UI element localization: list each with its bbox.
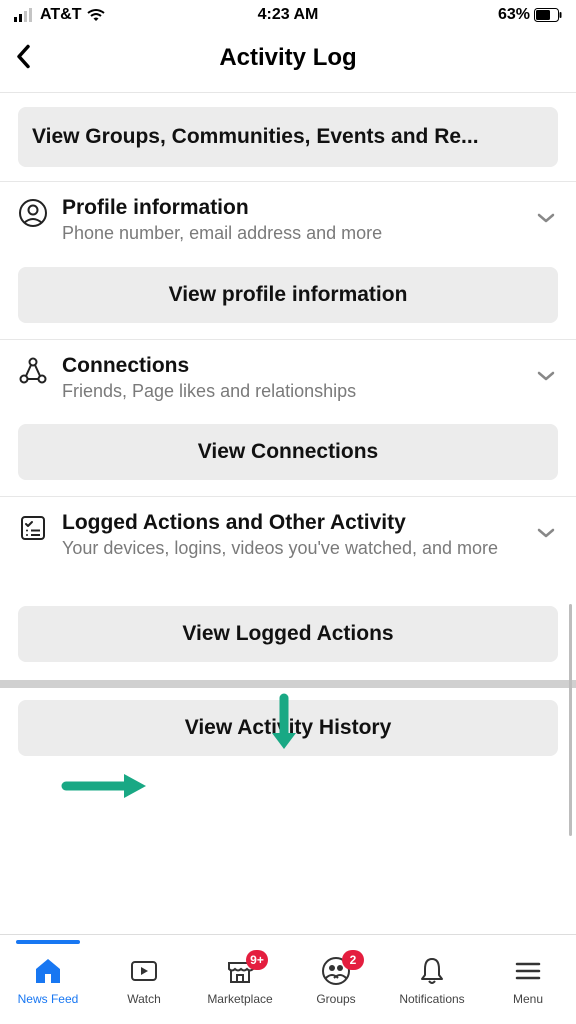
tab-bar: News Feed Watch Marketplace 9+: [0, 934, 576, 1024]
connections-sub: Friends, Page likes and relationships: [62, 380, 522, 403]
tab-label: Menu: [513, 992, 543, 1006]
tab-label: Groups: [316, 992, 355, 1006]
watch-icon: [128, 955, 160, 987]
chevron-down-icon: [536, 527, 556, 539]
logged-actions-sub: Your devices, logins, videos you've watc…: [62, 537, 522, 560]
battery-percent: 63%: [498, 6, 530, 24]
connections-row[interactable]: Connections Friends, Page likes and rela…: [0, 339, 576, 419]
carrier-label: AT&T: [40, 6, 81, 24]
connections-title: Connections: [62, 354, 522, 378]
tab-news-feed[interactable]: News Feed: [0, 954, 96, 1006]
profile-info-title: Profile information: [62, 196, 522, 220]
home-icon: [32, 955, 64, 987]
marketplace-badge: 9+: [246, 950, 268, 970]
tab-marketplace[interactable]: Marketplace 9+: [192, 954, 288, 1006]
groups-badge: 2: [342, 950, 364, 970]
tab-label: Watch: [127, 992, 161, 1006]
checklist-icon: [18, 513, 48, 543]
back-button[interactable]: [14, 43, 32, 76]
tab-groups[interactable]: Groups 2: [288, 954, 384, 1006]
view-connections-button[interactable]: View Connections: [18, 424, 558, 480]
navigation-header: Activity Log: [0, 26, 576, 93]
tab-menu[interactable]: Menu: [480, 954, 576, 1006]
scroll-indicator[interactable]: [569, 604, 572, 836]
battery-icon: [534, 8, 562, 22]
view-groups-button[interactable]: View Groups, Communities, Events and Re.…: [18, 107, 558, 167]
wifi-icon: [87, 8, 105, 22]
tab-watch[interactable]: Watch: [96, 954, 192, 1006]
view-profile-info-button[interactable]: View profile information: [18, 267, 558, 323]
view-activity-history-button[interactable]: View Activity History: [18, 700, 558, 756]
chevron-down-icon: [536, 212, 556, 224]
connections-icon: [18, 356, 48, 386]
section-separator: [0, 680, 576, 688]
profile-icon: [18, 198, 48, 228]
chevron-left-icon: [14, 43, 32, 71]
chevron-down-icon: [536, 370, 556, 382]
profile-info-sub: Phone number, email address and more: [62, 222, 522, 245]
status-bar: AT&T 4:23 AM 63%: [0, 0, 576, 26]
logged-actions-row[interactable]: Logged Actions and Other Activity Your d…: [0, 496, 576, 576]
tab-label: Marketplace: [207, 992, 272, 1006]
bell-icon: [416, 955, 448, 987]
menu-icon: [513, 956, 543, 986]
tab-label: News Feed: [18, 992, 79, 1006]
view-logged-actions-button[interactable]: View Logged Actions: [18, 606, 558, 662]
page-title: Activity Log: [219, 44, 356, 72]
profile-info-row[interactable]: Profile information Phone number, email …: [0, 181, 576, 261]
tab-label: Notifications: [399, 992, 464, 1006]
signal-icon: [14, 8, 34, 22]
logged-actions-title: Logged Actions and Other Activity: [62, 511, 522, 535]
tab-notifications[interactable]: Notifications: [384, 954, 480, 1006]
status-time: 4:23 AM: [258, 6, 319, 24]
